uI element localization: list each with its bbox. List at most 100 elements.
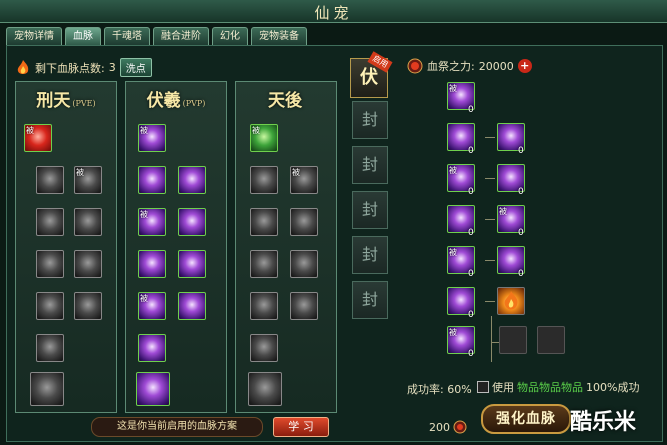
tab-pet-equipment[interactable]: 宠物装备: [251, 27, 307, 45]
bloodline-main-panel: 剩下血脉点数: 3 洗点 刑天(PVE) 被 被 伏羲(PVP) 被 被 被: [6, 45, 663, 442]
window-title: 仙宠: [314, 4, 353, 22]
wash-points-button[interactable]: 洗点: [119, 58, 152, 77]
bloodline-skill[interactable]: 被: [250, 124, 278, 152]
bloodline-skill[interactable]: [138, 334, 166, 362]
use-item-prefix: 使用: [492, 381, 514, 394]
bloodline-panel-xingtian: 刑天 (PVE) 被 被: [15, 81, 117, 413]
bloodline-skill[interactable]: [138, 250, 166, 278]
bloodline-skill[interactable]: [250, 334, 278, 362]
sealed-slot[interactable]: 封: [352, 236, 388, 274]
skill-count: 0: [518, 269, 524, 279]
sealed-slot[interactable]: 封: [352, 101, 388, 139]
bloodline-skill[interactable]: [178, 166, 206, 194]
passive-mark: 被: [252, 126, 260, 135]
enhance-skill[interactable]: 0: [497, 123, 525, 156]
enhance-skill[interactable]: 0: [447, 287, 475, 320]
tree-connector: [491, 342, 499, 343]
use-item-checkbox[interactable]: [477, 381, 489, 393]
power-value: 20000: [478, 59, 514, 73]
bloodline-skill[interactable]: [250, 250, 278, 278]
passive-mark: 被: [449, 166, 457, 175]
enhance-skill[interactable]: 被0: [497, 205, 525, 238]
use-item-suffix: 100%成功: [586, 381, 640, 394]
skill-count: 0: [518, 228, 524, 238]
passive-mark: 被: [292, 168, 300, 177]
tab-fusion-advance[interactable]: 融合进阶: [153, 27, 209, 45]
enhance-skill[interactable]: 0: [447, 205, 475, 238]
enhance-skill[interactable]: 被0: [447, 164, 475, 197]
sealed-slot[interactable]: 封: [352, 146, 388, 184]
passive-mark: 被: [449, 84, 457, 93]
passive-mark: 被: [140, 294, 148, 303]
enhance-skill-flame[interactable]: [497, 287, 525, 315]
skill-count: 0: [468, 146, 474, 156]
bloodline-ultimate-skill[interactable]: [248, 372, 282, 406]
sealed-slot[interactable]: 封: [352, 281, 388, 319]
bloodline-skill[interactable]: [36, 166, 64, 194]
enhance-skill[interactable]: 0: [447, 123, 475, 156]
bloodline-skill[interactable]: 被: [138, 208, 166, 236]
panel-title-text: 刑天: [36, 91, 71, 111]
bloodline-skill[interactable]: [74, 292, 102, 320]
enhance-skill[interactable]: 被0: [447, 82, 475, 115]
bloodline-skill[interactable]: [36, 208, 64, 236]
bloodline-skill[interactable]: [250, 208, 278, 236]
bloodline-ultimate-skill[interactable]: [30, 372, 64, 406]
bloodline-skill[interactable]: [178, 250, 206, 278]
bloodline-skill[interactable]: [290, 292, 318, 320]
success-rate: 成功率: 60%: [407, 381, 472, 397]
passive-mark: 被: [140, 210, 148, 219]
power-label: 血祭之力:: [427, 60, 475, 73]
skill-count: 0: [468, 349, 474, 359]
bloodline-skill[interactable]: [36, 292, 64, 320]
success-label: 成功率:: [407, 383, 444, 396]
bloodline-skill[interactable]: [290, 250, 318, 278]
watermark-text: 酷乐米: [570, 410, 637, 435]
tree-connector: [485, 219, 495, 220]
cost-value: 200: [429, 420, 450, 434]
skill-count: 0: [518, 146, 524, 156]
empty-skill-slot[interactable]: [537, 326, 565, 354]
bloodline-panel-tianhou: 天後 被 被: [235, 81, 337, 413]
enhance-skill[interactable]: 被0: [447, 326, 475, 359]
bloodline-skill[interactable]: 被: [24, 124, 52, 152]
passive-mark: 被: [140, 126, 148, 135]
bloodline-skill[interactable]: [74, 250, 102, 278]
points-label: 剩下血脉点数:: [35, 61, 105, 75]
enhance-skill[interactable]: 0: [497, 164, 525, 197]
tab-bloodline[interactable]: 血脉: [65, 27, 101, 45]
bloodline-skill[interactable]: [74, 208, 102, 236]
strengthen-bloodline-button[interactable]: 强化血脉: [481, 404, 571, 434]
tab-transform[interactable]: 幻化: [212, 27, 248, 45]
blood-orb-icon: [453, 420, 467, 434]
bloodline-skill[interactable]: 被: [138, 124, 166, 152]
bloodline-ultimate-skill[interactable]: [136, 372, 170, 406]
bloodline-skill[interactable]: [36, 334, 64, 362]
passive-mark: 被: [76, 168, 84, 177]
empty-skill-slot[interactable]: [499, 326, 527, 354]
bloodline-skill[interactable]: [250, 166, 278, 194]
tab-soul-tower[interactable]: 千魂塔: [104, 27, 150, 45]
use-item-link[interactable]: 物品物品物品: [517, 379, 583, 395]
bloodline-skill[interactable]: [178, 208, 206, 236]
add-power-button[interactable]: +: [517, 59, 532, 73]
enhance-skill[interactable]: 0: [497, 246, 525, 279]
tree-connector: [491, 316, 492, 362]
skill-count: 0: [468, 105, 474, 115]
passive-mark: 被: [26, 126, 34, 135]
sealed-slot[interactable]: 封: [352, 191, 388, 229]
tab-pet-details[interactable]: 宠物详情: [6, 27, 62, 45]
bloodline-skill[interactable]: 被: [290, 166, 318, 194]
tree-connector: [485, 137, 495, 138]
bloodline-skill[interactable]: [138, 166, 166, 194]
bloodline-skill[interactable]: [250, 292, 278, 320]
bloodline-skill[interactable]: [290, 208, 318, 236]
tree-connector: [485, 178, 495, 179]
enhance-skill[interactable]: 被0: [447, 246, 475, 279]
learn-button[interactable]: 学 习: [273, 417, 329, 437]
bloodline-skill[interactable]: 被: [74, 166, 102, 194]
points-info: 剩下血脉点数: 3 洗点: [15, 58, 152, 77]
bloodline-skill[interactable]: [178, 292, 206, 320]
bloodline-skill[interactable]: 被: [138, 292, 166, 320]
bloodline-skill[interactable]: [36, 250, 64, 278]
